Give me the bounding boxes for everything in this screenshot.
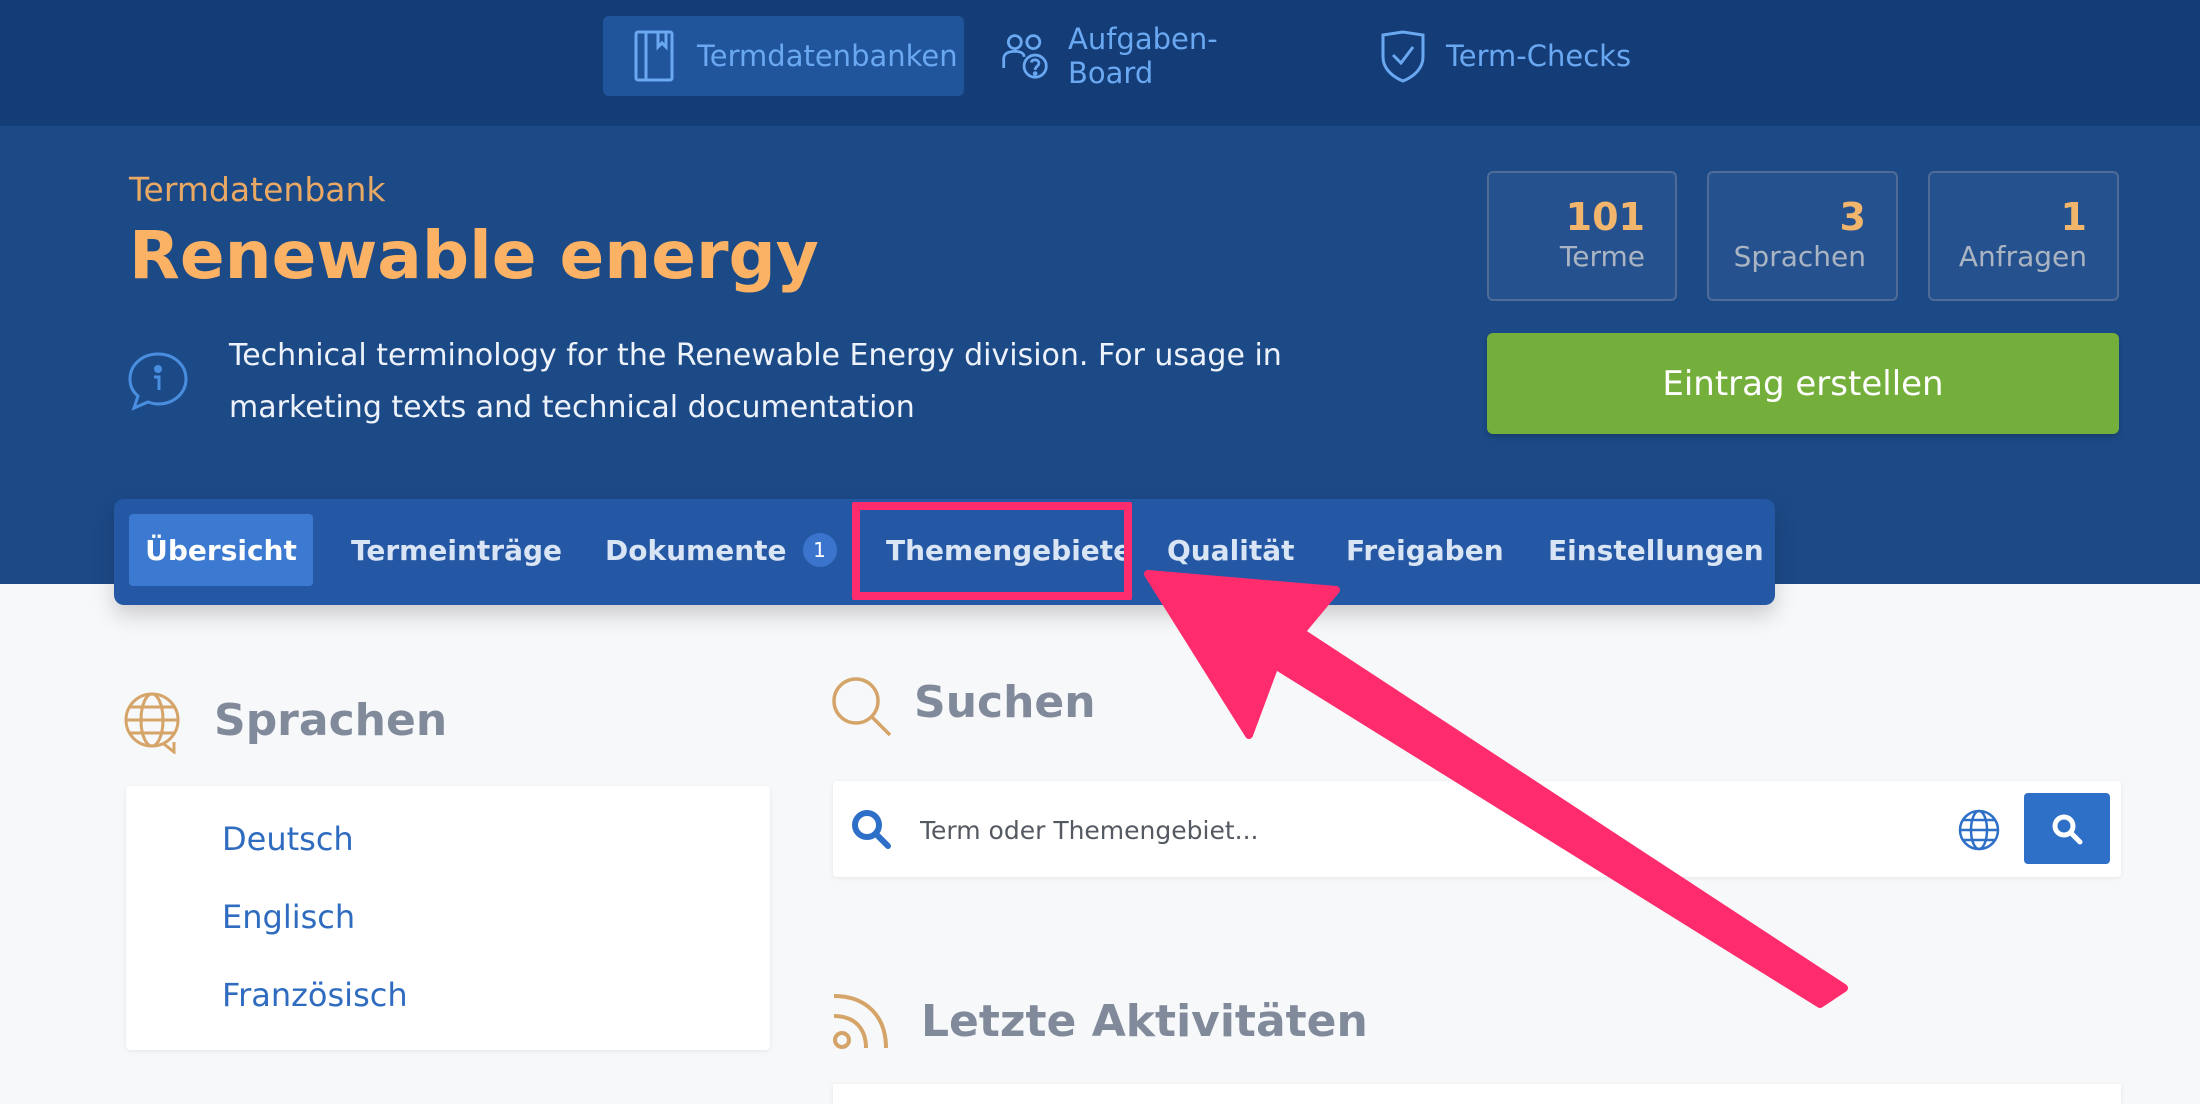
tab-termeintraege[interactable]: Termeinträge	[351, 514, 562, 586]
recent-activities-heading: Letzte Aktivitäten	[921, 996, 1368, 1047]
annotation-highlight-box	[852, 502, 1132, 600]
stat-value: 3	[1839, 195, 1866, 239]
rss-feed-icon	[828, 990, 892, 1058]
nav-label: Term-Checks	[1446, 39, 1632, 73]
tab-freigaben[interactable]: Freigaben	[1346, 514, 1504, 586]
activities-card	[833, 1084, 2121, 1104]
tab-label: Einstellungen	[1548, 533, 1764, 567]
tab-label: Dokumente	[605, 533, 787, 567]
search-input[interactable]	[920, 810, 1920, 850]
magnifier-icon	[830, 675, 894, 743]
create-entry-button[interactable]: Eintrag erstellen	[1487, 333, 2119, 434]
nav-label: Aufgaben-Board	[1068, 22, 1218, 90]
stat-sprachen[interactable]: 3 Sprachen	[1707, 171, 1898, 301]
language-link[interactable]: Deutsch	[222, 820, 354, 858]
users-question-icon	[1000, 28, 1050, 84]
nav-label: Termdatenbanken	[697, 39, 958, 73]
documents-count-badge: 1	[802, 533, 837, 567]
stat-label: Terme	[1559, 240, 1645, 273]
search-heading: Suchen	[914, 677, 1096, 728]
language-filter-globe-icon[interactable]	[1957, 808, 2001, 856]
search-icon	[2052, 814, 2083, 844]
nav-termdatenbanken[interactable]: Termdatenbanken	[603, 16, 964, 96]
shield-check-icon	[1378, 28, 1428, 84]
tab-einstellungen[interactable]: Einstellungen	[1548, 514, 1764, 586]
stat-value: 1	[2060, 195, 2087, 239]
stat-value: 101	[1565, 195, 1645, 239]
tab-dokumente[interactable]: Dokumente 1	[605, 514, 837, 586]
tab-qualitaet[interactable]: Qualität	[1167, 514, 1295, 586]
nav-aufgaben-board[interactable]: Aufgaben-Board	[1000, 16, 1300, 96]
tab-label: Übersicht	[145, 533, 297, 567]
book-icon	[629, 28, 679, 84]
page-title: Renewable energy	[129, 217, 819, 294]
tab-label: Freigaben	[1346, 533, 1504, 567]
search-icon	[850, 808, 892, 854]
languages-heading: Sprachen	[214, 695, 448, 746]
tab-label: Termeinträge	[351, 533, 562, 567]
stat-anfragen[interactable]: 1 Anfragen	[1928, 171, 2119, 301]
tab-label: Qualität	[1167, 533, 1295, 567]
page-eyebrow: Termdatenbank	[129, 170, 386, 209]
globe-chat-icon	[122, 690, 186, 758]
nav-term-checks[interactable]: Term-Checks	[1378, 16, 1638, 96]
stat-terme[interactable]: 101 Terme	[1487, 171, 1677, 301]
stat-label: Sprachen	[1733, 240, 1866, 273]
language-link[interactable]: Englisch	[222, 898, 355, 936]
stat-label: Anfragen	[1958, 240, 2087, 273]
language-link[interactable]: Französisch	[222, 976, 408, 1014]
info-bubble-icon	[126, 350, 190, 418]
tab-uebersicht[interactable]: Übersicht	[129, 514, 313, 586]
database-description: Technical terminology for the Renewable …	[229, 338, 1282, 425]
search-submit-button[interactable]	[2024, 793, 2110, 864]
